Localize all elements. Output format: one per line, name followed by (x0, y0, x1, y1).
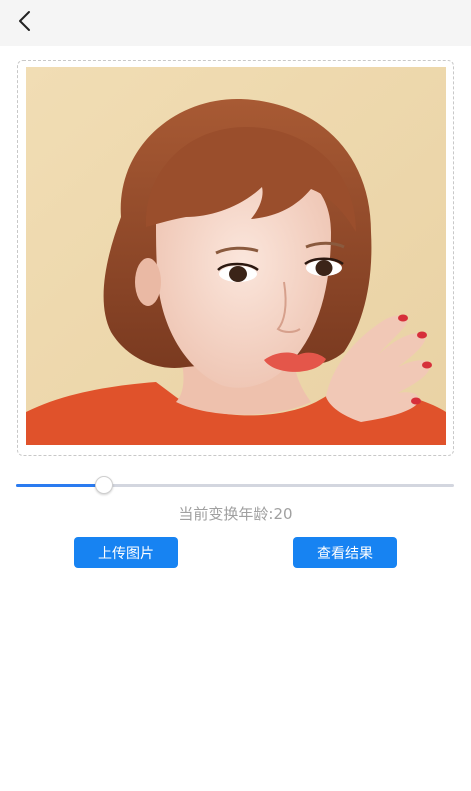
chevron-left-icon (17, 10, 33, 36)
view-result-button[interactable]: 查看结果 (293, 537, 397, 568)
slider-thumb[interactable] (95, 476, 113, 494)
slider-fill (16, 484, 104, 487)
age-readout-value: 20 (273, 505, 293, 523)
upload-image-button[interactable]: 上传图片 (74, 537, 178, 568)
portrait-photo[interactable] (26, 67, 446, 445)
current-age-readout: 当前变换年龄:20 (0, 503, 471, 525)
top-bar (0, 0, 471, 46)
age-transform-screen: 当前变换年龄:20 上传图片 查看结果 (0, 0, 471, 791)
back-button[interactable] (10, 9, 40, 37)
age-slider[interactable] (16, 476, 454, 496)
age-readout-label: 当前变换年龄: (178, 505, 274, 523)
